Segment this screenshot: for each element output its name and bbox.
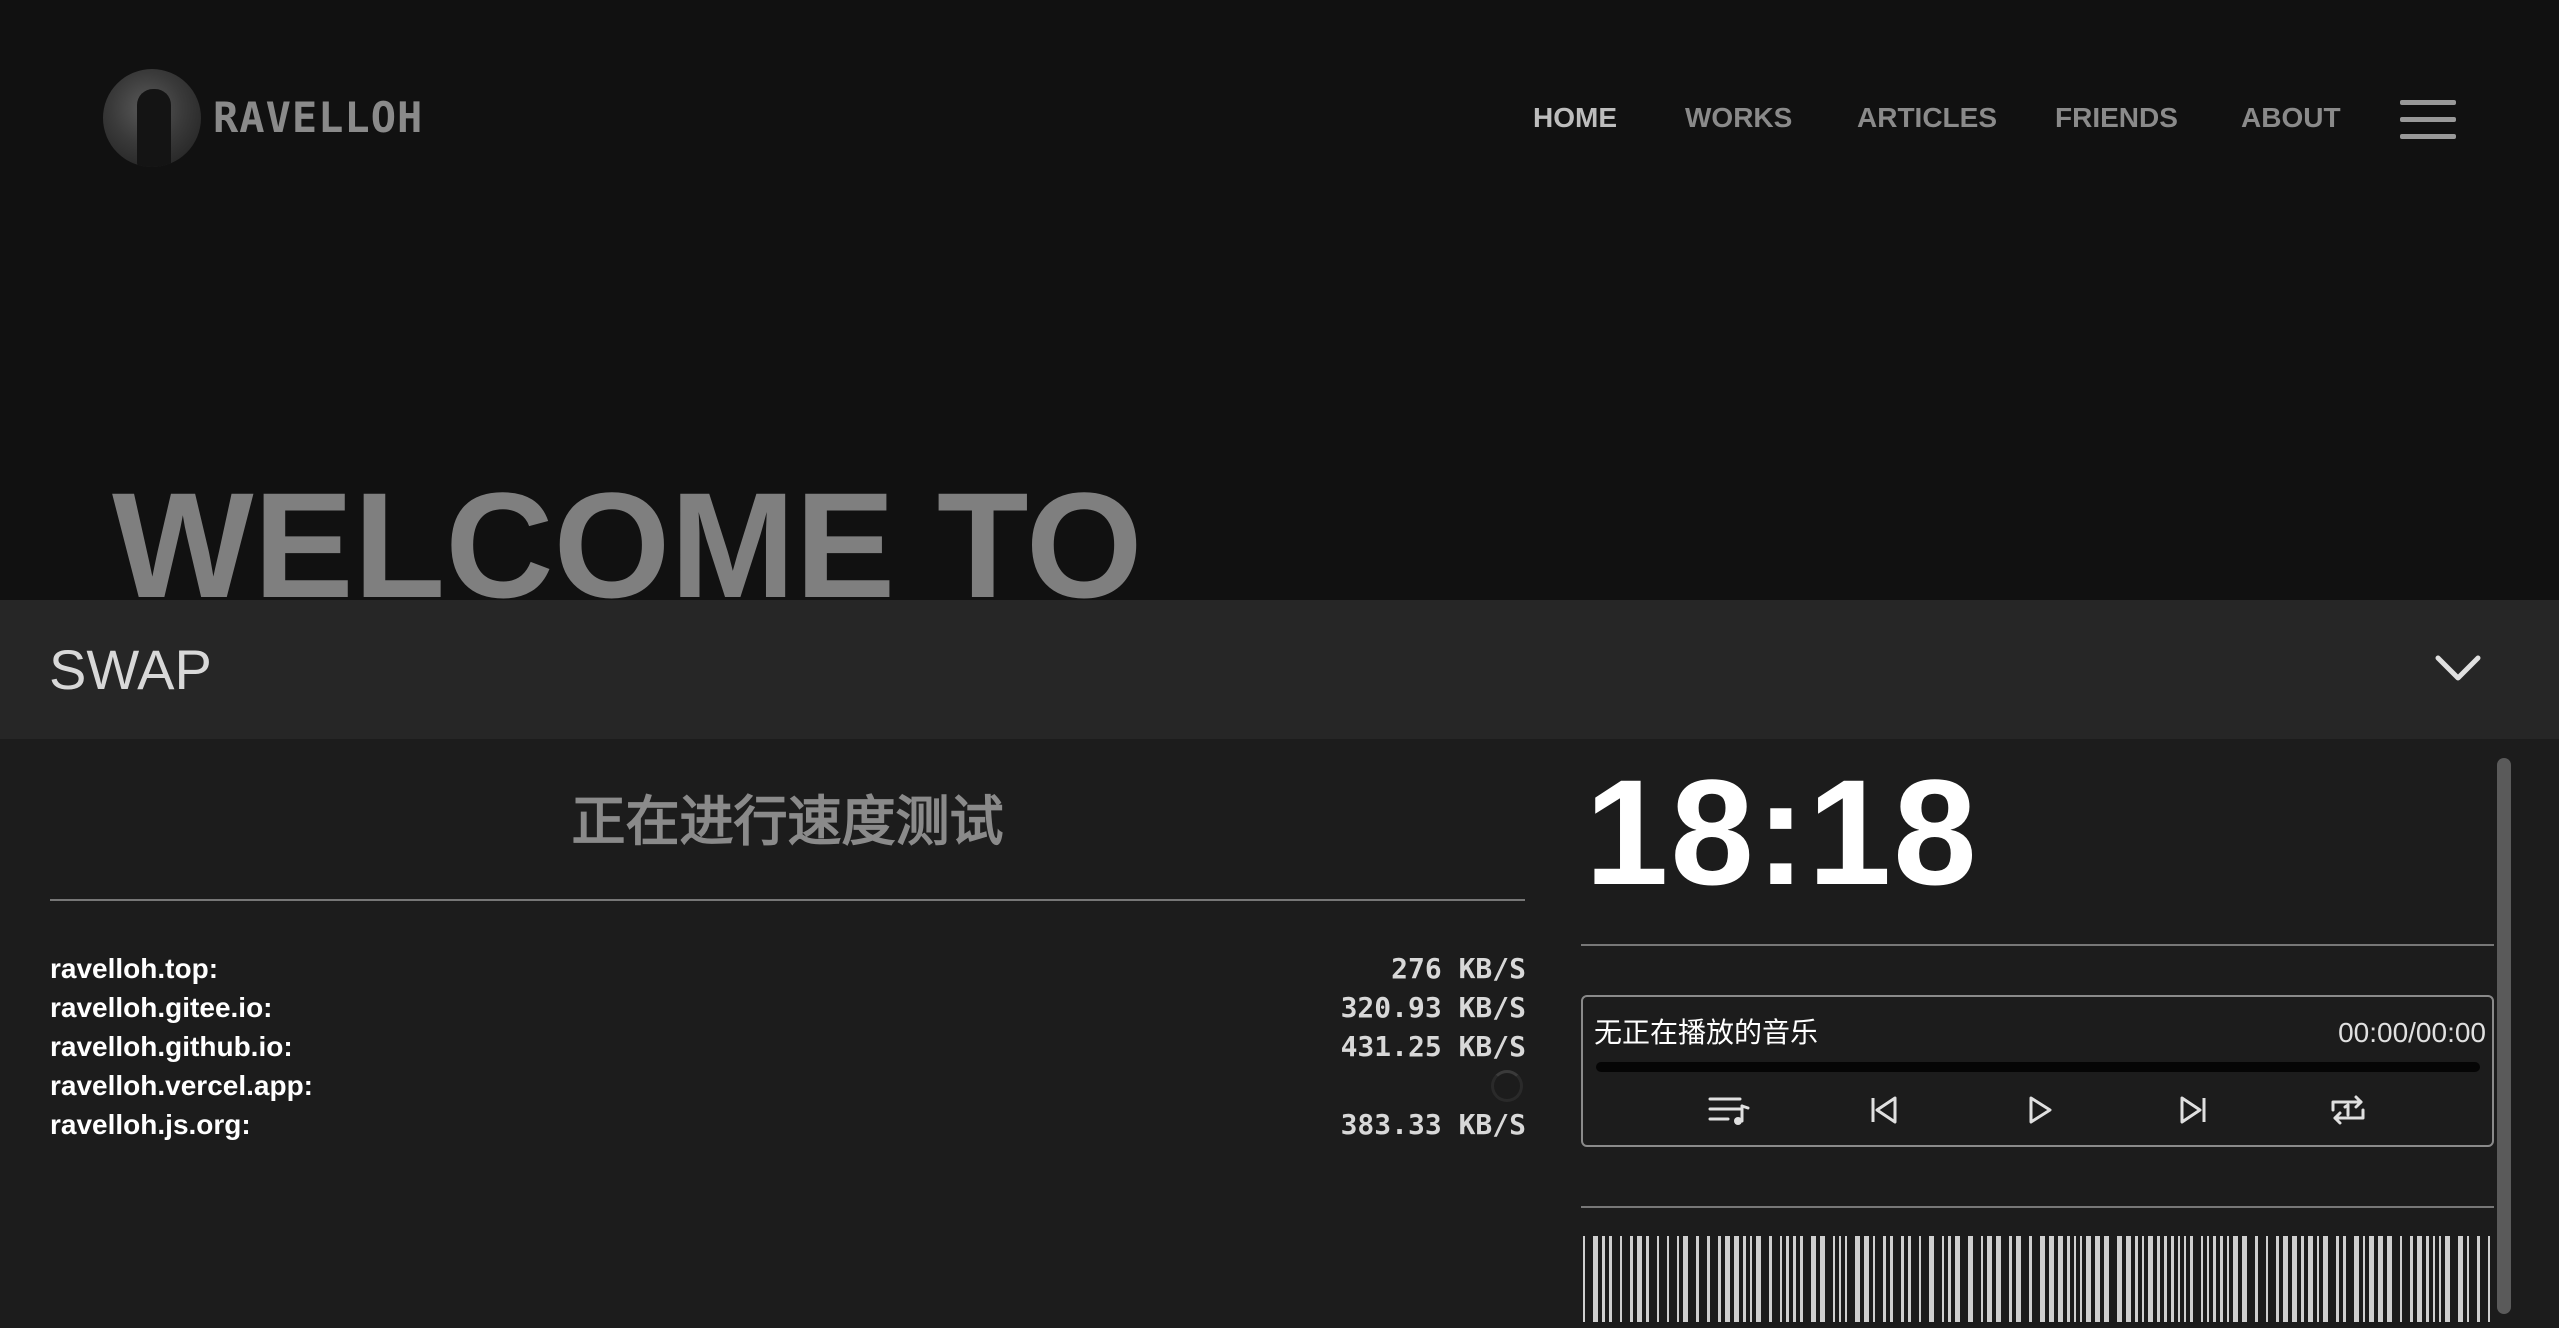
progress-bar[interactable] (1596, 1062, 2480, 1072)
speed-value: 320.93 KB/S (1340, 991, 1526, 1024)
next-icon[interactable] (2170, 1090, 2216, 1130)
play-icon[interactable] (2016, 1090, 2062, 1130)
speed-test-title: 正在进行速度测试 (571, 790, 1004, 853)
previous-icon[interactable] (1861, 1090, 1907, 1130)
speed-value: 276 KB/S (1391, 952, 1526, 985)
song-title: 无正在播放的音乐 (1594, 1016, 1819, 1049)
speed-site: ravelloh.github.io: (50, 1031, 293, 1062)
speed-value: 383.33 KB/S (1340, 1108, 1526, 1141)
divider (1581, 1206, 2494, 1208)
chevron-down-icon[interactable] (2433, 648, 2483, 688)
clock: 18:18 (1585, 748, 1979, 916)
playlist-icon[interactable] (1706, 1090, 1752, 1130)
nav-home[interactable]: HOME (1533, 96, 1617, 140)
nav-articles[interactable]: ARTICLES (1857, 96, 1997, 140)
menu-icon[interactable] (2400, 100, 2456, 140)
swap-title: SWAP (49, 638, 212, 701)
nav-about[interactable]: ABOUT (2241, 96, 2341, 140)
scrollbar[interactable] (2497, 758, 2511, 1314)
nav-works[interactable]: WORKS (1685, 96, 1792, 140)
loading-spinner-icon (1491, 1070, 1523, 1102)
avatar-figure (137, 89, 171, 167)
speed-site: ravelloh.vercel.app: (50, 1070, 314, 1101)
speed-site: ravelloh.gitee.io: (50, 992, 273, 1023)
song-time: 00:00/00:00 (2338, 1017, 2486, 1048)
hero-title: WELCOME TO (112, 461, 1143, 629)
swap-header[interactable] (0, 600, 2559, 739)
nav-friends[interactable]: FRIENDS (2055, 96, 2178, 140)
site-logo-text[interactable]: RAVELLOH (213, 93, 423, 143)
avatar[interactable] (103, 69, 201, 167)
speed-site: ravelloh.top: (50, 953, 219, 984)
barcode-decoration (1583, 1236, 2490, 1322)
divider (50, 899, 1525, 901)
repeat-one-icon[interactable] (2325, 1090, 2371, 1130)
speed-value: 431.25 KB/S (1340, 1030, 1526, 1063)
divider (1581, 944, 2494, 946)
speed-site: ravelloh.js.org: (50, 1109, 251, 1140)
